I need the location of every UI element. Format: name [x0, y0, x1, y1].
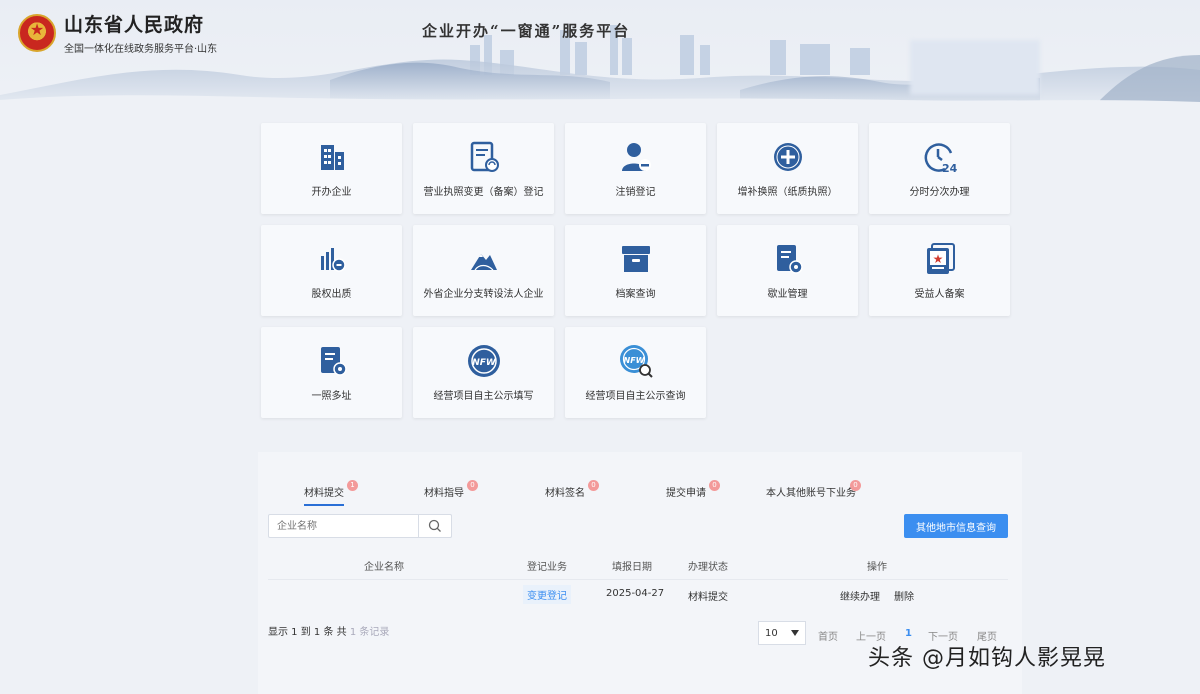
cell-business-link[interactable]: 变更登记: [523, 585, 571, 604]
tab-count-badge: 0: [709, 480, 720, 491]
search-icon: [428, 519, 441, 532]
tab-label: 本人其他账号下业务: [766, 488, 856, 499]
col-header-business: 登记业务: [527, 562, 567, 573]
cell-date: 2025-04-27: [606, 588, 665, 599]
tab-other-accounts[interactable]: 本人其他账号下业务 0: [766, 476, 861, 508]
tab-material-guide[interactable]: 材料指导 0: [424, 476, 478, 508]
tab-label: 材料提交: [304, 488, 344, 499]
nfw-search-icon: NFW: [618, 343, 654, 379]
site-title: 山东省人民政府: [64, 14, 205, 36]
tile-license-replace[interactable]: 增补换照（纸质执照）: [717, 123, 858, 214]
summary-count: 1 条记录: [349, 627, 390, 638]
col-header-status: 办理状态: [688, 562, 728, 573]
tile-beneficiary-filing[interactable]: ★ 受益人备案: [869, 225, 1010, 316]
clock-24-icon: 24: [922, 139, 958, 175]
tile-equity-pledge[interactable]: 股权出质: [261, 225, 402, 316]
plus-circle-icon: [770, 139, 806, 175]
blurred-region: [910, 40, 1040, 95]
record-summary: 显示 1 到 1 条 共 1 条记录: [268, 623, 389, 638]
col-header-date: 填报日期: [612, 562, 652, 573]
tile-archive-query[interactable]: 档案查询: [565, 225, 706, 316]
tile-label: 注销登记: [615, 187, 656, 198]
delete-button[interactable]: 删除: [894, 588, 914, 603]
tile-label: 分时分次办理: [909, 187, 970, 198]
site-brand[interactable]: 山东省人民政府 全国一体化在线政务服务平台·山东: [18, 10, 217, 55]
watermark-text: 头条 @月如钩人影晃晃: [868, 646, 1106, 671]
tile-label: 股权出质: [311, 289, 352, 300]
tile-label: 档案查询: [615, 289, 656, 300]
tile-label: 受益人备案: [914, 289, 965, 300]
svg-text:NFW: NFW: [623, 356, 645, 365]
status-tabs: 材料提交 1 材料指导 0 材料签名 0 提交申请 0 本人其他账号下业务 0: [258, 476, 1022, 508]
tab-count-badge: 0: [588, 480, 599, 491]
tile-scope-publish-query[interactable]: NFW 经营项目自主公示查询: [565, 327, 706, 418]
tile-label: 经营项目自主公示查询: [585, 391, 686, 402]
national-emblem-icon: [18, 13, 56, 52]
tab-material-sign[interactable]: 材料签名 0: [545, 476, 599, 508]
tile-scope-publish-fill[interactable]: NFW 经营项目自主公示填写: [413, 327, 554, 418]
tab-label: 材料签名: [545, 488, 585, 499]
tab-count-badge: 0: [467, 480, 478, 491]
tile-staged-handling[interactable]: 24 分时分次办理: [869, 123, 1010, 214]
tile-label: 经营项目自主公示填写: [433, 391, 534, 402]
tab-count-badge: 1: [347, 480, 358, 491]
page-size-select[interactable]: 10: [758, 621, 806, 645]
tab-label: 材料指导: [424, 488, 464, 499]
page-header: 山东省人民政府 全国一体化在线政务服务平台·山东 企业开办“一窗通”服务平台: [0, 0, 1200, 110]
service-tiles: 开办企业 营业执照变更（备案）登记 注销登记 增补换照（纸质执照） 24 分时分…: [261, 123, 1011, 418]
mountain-icon: [466, 241, 502, 277]
tile-label: 开办企业: [311, 187, 352, 198]
summary-text: 显示 1 到 1 条 共: [268, 627, 347, 638]
table-divider: [268, 579, 1008, 580]
tab-material-submit[interactable]: 材料提交 1: [304, 476, 358, 508]
tab-label: 提交申请: [666, 488, 706, 499]
tile-start-business[interactable]: 开办企业: [261, 123, 402, 214]
pager-current[interactable]: 1: [905, 628, 912, 639]
col-header-company: 企业名称: [364, 562, 404, 573]
page-size-value: 10: [765, 627, 778, 639]
nfw-badge-icon: NFW: [466, 343, 502, 379]
star-card-icon: ★: [922, 241, 958, 277]
tab-submit-application[interactable]: 提交申请 0: [666, 476, 720, 508]
tile-multi-address[interactable]: 一照多址: [261, 327, 402, 418]
tile-label: 外省企业分支转设法人企业: [423, 289, 544, 300]
document-gear-icon: [314, 343, 350, 379]
archive-box-icon: [618, 241, 654, 277]
tile-license-change[interactable]: 营业执照变更（备案）登记: [413, 123, 554, 214]
site-subtitle: 全国一体化在线政务服务平台·山东: [64, 44, 218, 55]
other-city-query-button[interactable]: 其他地市信息查询: [904, 514, 1008, 538]
pager-first[interactable]: 首页: [818, 628, 838, 643]
platform-title: 企业开办“一窗通”服务平台: [422, 22, 631, 40]
tab-count-badge: 0: [850, 480, 861, 491]
col-header-action: 操作: [867, 562, 887, 573]
building-icon: [314, 139, 350, 175]
document-gear-icon: [770, 241, 806, 277]
tile-suspension-management[interactable]: 歇业管理: [717, 225, 858, 316]
document-refresh-icon: [466, 139, 502, 175]
svg-text:★: ★: [932, 252, 943, 266]
user-minus-icon: [618, 139, 654, 175]
tile-branch-conversion[interactable]: 外省企业分支转设法人企业: [413, 225, 554, 316]
cell-status: 材料提交: [688, 592, 728, 603]
continue-button[interactable]: 继续办理: [840, 588, 880, 603]
svg-text:NFW: NFW: [472, 358, 497, 368]
tile-label: 营业执照变更（备案）登记: [423, 187, 544, 198]
tile-label: 歇业管理: [767, 289, 808, 300]
bar-chart-icon: [314, 241, 350, 277]
svg-text:24: 24: [942, 162, 957, 174]
chevron-down-icon: [791, 630, 799, 636]
tile-label: 增补换照（纸质执照）: [737, 187, 838, 198]
tile-deregistration[interactable]: 注销登记: [565, 123, 706, 214]
tile-label: 一照多址: [311, 391, 352, 402]
search-button[interactable]: [418, 514, 452, 538]
